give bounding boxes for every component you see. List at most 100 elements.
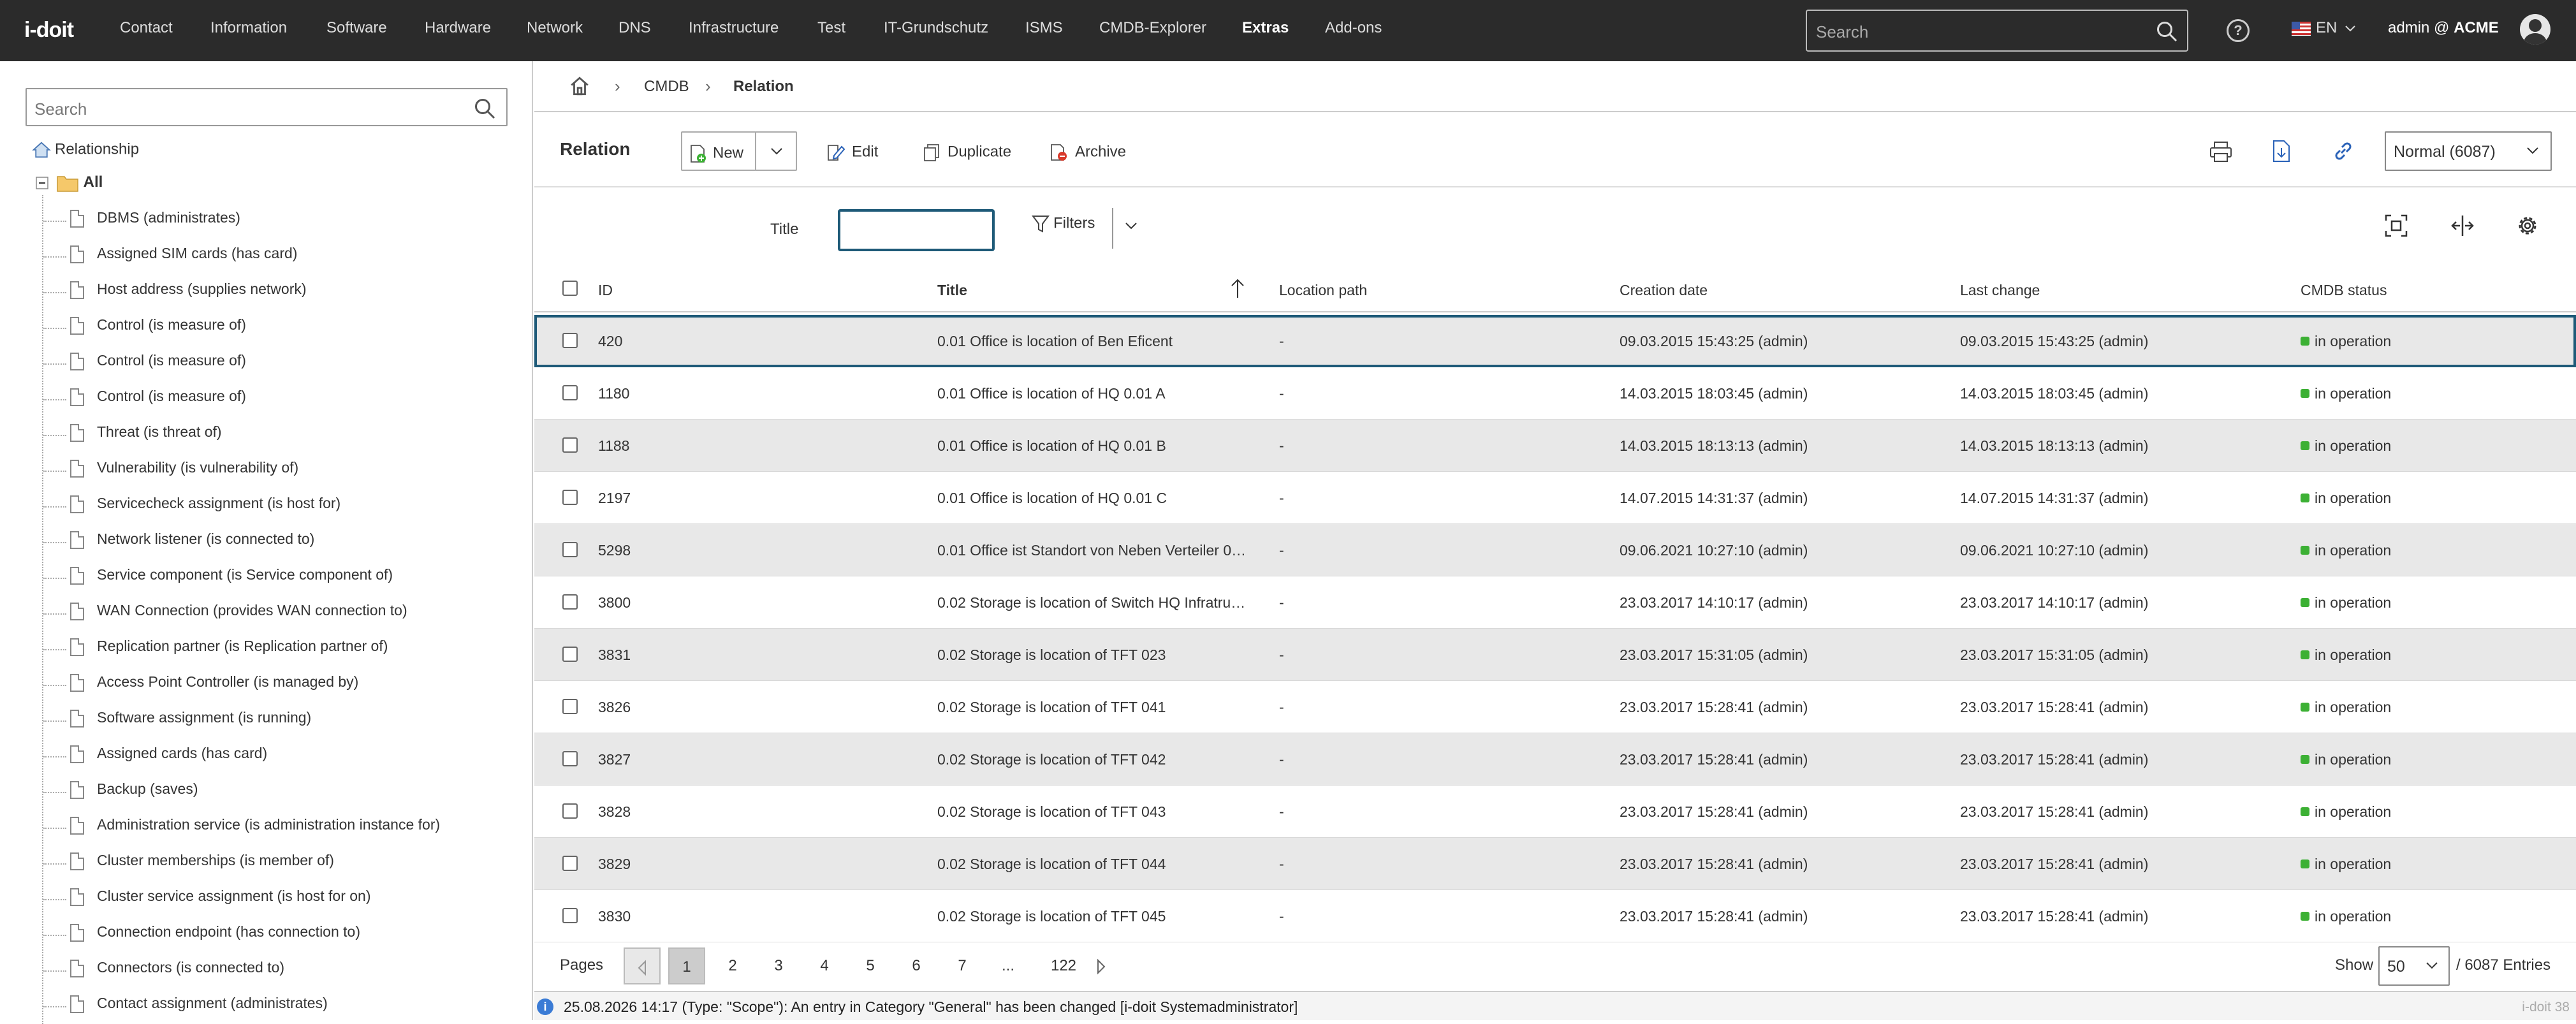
previous-page-button[interactable]: [624, 947, 661, 984]
row-checkbox[interactable]: [562, 803, 578, 819]
table-row[interactable]: 420 0.01 Office is location of Ben Eficen…: [534, 315, 2576, 367]
page-number-button[interactable]: 6: [898, 947, 935, 984]
tree-item[interactable]: Control (is measure of): [43, 316, 246, 342]
cell-title[interactable]: 0.02 Storage is location of TFT 044: [937, 856, 1166, 873]
page-number-button[interactable]: 122: [1039, 947, 1088, 984]
table-row[interactable]: 1180 0.01 Office is location of HQ 0.01 A…: [534, 367, 2576, 420]
page-number-button[interactable]: 1: [668, 947, 705, 984]
column-header-id[interactable]: ID: [598, 282, 613, 299]
column-resize-icon[interactable]: [2450, 213, 2475, 238]
column-header-cmdb-status[interactable]: CMDB status: [2301, 282, 2387, 299]
page-size-select[interactable]: 50: [2378, 946, 2450, 986]
table-row[interactable]: 5298 0.01 Office ist Standort von Neben V…: [534, 524, 2576, 576]
global-search-input[interactable]: Search: [1806, 10, 2188, 52]
avatar[interactable]: [2520, 14, 2550, 45]
sort-ascending-icon[interactable]: [1229, 278, 1246, 300]
help-icon[interactable]: ?: [2227, 19, 2250, 42]
cell-title[interactable]: 0.01 Office ist Standort von Neben Verte…: [937, 542, 1246, 559]
print-icon[interactable]: [2209, 140, 2233, 163]
breadcrumb-cmdb[interactable]: CMDB: [644, 78, 689, 96]
user-menu[interactable]: admin @ ACME: [2388, 19, 2499, 37]
cell-title[interactable]: 0.01 Office is location of HQ 0.01 A: [937, 385, 1166, 402]
tree-item[interactable]: Network listener (is connected to): [43, 530, 314, 556]
chevron-down-icon[interactable]: [1123, 219, 1139, 232]
tree-item[interactable]: Servicecheck assignment (is host for): [43, 495, 340, 520]
nav-item-network[interactable]: Network: [527, 19, 583, 37]
table-row[interactable]: 3828 0.02 Storage is location of TFT 043 -…: [534, 786, 2576, 838]
title-filter-input[interactable]: [838, 209, 995, 251]
cell-title[interactable]: 0.02 Storage is location of Switch HQ In…: [937, 594, 1245, 611]
row-checkbox[interactable]: [562, 647, 578, 662]
page-number-button[interactable]: 7: [944, 947, 981, 984]
gear-icon[interactable]: [2515, 213, 2540, 238]
tree-item[interactable]: Service component (is Service component …: [43, 566, 393, 592]
row-checkbox[interactable]: [562, 333, 578, 348]
app-logo[interactable]: i-doit: [24, 18, 74, 43]
nav-item-hardware[interactable]: Hardware: [425, 19, 491, 37]
table-row[interactable]: 3829 0.02 Storage is location of TFT 044 -…: [534, 838, 2576, 890]
nav-item-it-grundschutz[interactable]: IT-Grundschutz: [884, 19, 988, 37]
nav-item-information[interactable]: Information: [210, 19, 287, 37]
export-icon[interactable]: [2270, 139, 2294, 163]
tree-item[interactable]: Threat (is threat of): [43, 423, 222, 449]
search-icon[interactable]: [2155, 20, 2178, 43]
column-header-title[interactable]: Title: [937, 282, 967, 299]
tree-item[interactable]: Administration service (is administratio…: [43, 816, 440, 842]
edit-button[interactable]: Edit: [819, 131, 886, 171]
table-row[interactable]: 3827 0.02 Storage is location of TFT 042 -…: [534, 733, 2576, 786]
tree-item[interactable]: Replication partner (is Replication part…: [43, 638, 388, 663]
column-header-last-change[interactable]: Last change: [1960, 282, 2040, 299]
nav-item-isms[interactable]: ISMS: [1025, 19, 1063, 37]
tree-item[interactable]: Connection endpoint (has connection to): [43, 923, 360, 949]
nav-item-infrastructure[interactable]: Infrastructure: [689, 19, 779, 37]
cell-title[interactable]: 0.02 Storage is location of TFT 042: [937, 751, 1166, 768]
tree-item[interactable]: Assigned SIM cards (has card): [43, 245, 297, 270]
select-all-checkbox[interactable]: [562, 281, 578, 296]
row-checkbox[interactable]: [562, 437, 578, 453]
tree-item[interactable]: Control (is measure of): [43, 388, 246, 413]
row-checkbox[interactable]: [562, 490, 578, 505]
fit-width-icon[interactable]: [2383, 213, 2409, 238]
table-row[interactable]: 3830 0.02 Storage is location of TFT 045 -…: [534, 890, 2576, 942]
next-page-button[interactable]: [1083, 947, 1120, 984]
tree-item[interactable]: Vulnerability (is vulnerability of): [43, 459, 298, 485]
link-icon[interactable]: [2331, 139, 2355, 163]
tree-item[interactable]: Cluster service assignment (is host for …: [43, 888, 371, 913]
nav-item-add-ons[interactable]: Add-ons: [1325, 19, 1382, 37]
tree-item[interactable]: Backup (saves): [43, 780, 198, 806]
tree-item[interactable]: Cluster memberships (is member of): [43, 852, 334, 877]
row-checkbox[interactable]: [562, 699, 578, 714]
tree-item[interactable]: Host address (supplies network): [43, 281, 307, 306]
search-icon[interactable]: [473, 97, 496, 120]
row-checkbox[interactable]: [562, 856, 578, 871]
cell-title[interactable]: 0.02 Storage is location of TFT 043: [937, 803, 1166, 821]
row-checkbox[interactable]: [562, 542, 578, 557]
row-checkbox[interactable]: [562, 751, 578, 766]
tree-item[interactable]: WAN Connection (provides WAN connection …: [43, 602, 407, 627]
row-checkbox[interactable]: [562, 594, 578, 610]
new-button[interactable]: New: [681, 131, 756, 171]
tree-item[interactable]: Assigned cards (has card): [43, 745, 267, 770]
cell-title[interactable]: 0.01 Office is location of HQ 0.01 C: [937, 490, 1167, 507]
column-header-location-path[interactable]: Location path: [1279, 282, 1367, 299]
page-number-button[interactable]: 3: [760, 947, 797, 984]
table-row[interactable]: 3826 0.02 Storage is location of TFT 041 -…: [534, 681, 2576, 733]
view-mode-select[interactable]: Normal (6087): [2385, 131, 2552, 171]
table-row[interactable]: 3831 0.02 Storage is location of TFT 023 -…: [534, 629, 2576, 681]
tree-item[interactable]: DBMS (administrates): [43, 209, 240, 235]
tree-item[interactable]: Software assignment (is running): [43, 709, 311, 735]
tree-item[interactable]: Connectors (is connected to): [43, 959, 284, 984]
tree-item[interactable]: Contact assignment (administrates): [43, 995, 328, 1020]
tree-node-all[interactable]: All: [36, 173, 103, 192]
table-row[interactable]: 2197 0.01 Office is location of HQ 0.01 C…: [534, 472, 2576, 524]
nav-item-extras[interactable]: Extras: [1242, 19, 1289, 37]
column-header-creation-date[interactable]: Creation date: [1620, 282, 1708, 299]
cell-title[interactable]: 0.02 Storage is location of TFT 023: [937, 647, 1166, 664]
table-row[interactable]: 1188 0.01 Office is location of HQ 0.01 B…: [534, 420, 2576, 472]
page-number-button[interactable]: 2: [714, 947, 751, 984]
cell-title[interactable]: 0.01 Office is location of HQ 0.01 B: [937, 437, 1166, 455]
table-row[interactable]: 3800 0.02 Storage is location of Switch H…: [534, 576, 2576, 629]
new-dropdown-button[interactable]: [755, 131, 797, 171]
cell-title[interactable]: 0.02 Storage is location of TFT 041: [937, 699, 1166, 716]
page-number-button[interactable]: 4: [806, 947, 843, 984]
